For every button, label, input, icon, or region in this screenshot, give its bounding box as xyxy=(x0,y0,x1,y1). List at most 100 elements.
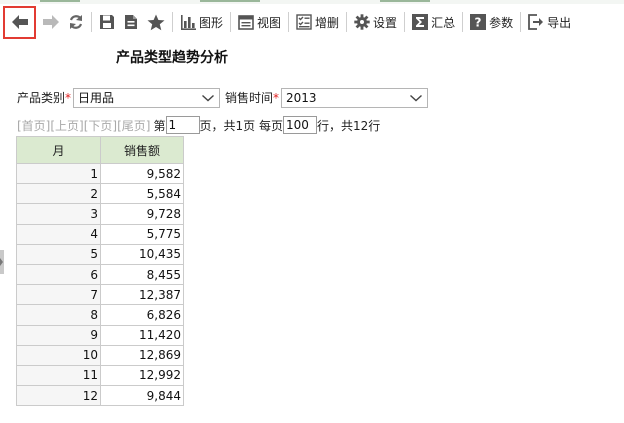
category-select-value: 日用品 xyxy=(78,91,115,105)
edit-button-label: 增删 xyxy=(315,15,340,30)
save-icon xyxy=(100,15,114,29)
month-cell: 7 xyxy=(16,284,101,306)
params-button[interactable]: ? 参数 xyxy=(466,8,517,36)
sales-cell: 6,826 xyxy=(100,304,184,326)
settings-button[interactable]: 设置 xyxy=(350,8,401,36)
view-button-label: 视图 xyxy=(257,15,282,30)
refresh-button[interactable] xyxy=(64,8,88,36)
sales-cell: 12,992 xyxy=(100,364,184,387)
time-label: 销售时间* xyxy=(225,91,280,105)
arrow-right-icon xyxy=(43,15,59,29)
refresh-icon xyxy=(69,15,83,29)
sales-cell: 12,869 xyxy=(100,344,184,366)
table-row: 11 12,992 xyxy=(16,364,184,387)
month-cell: 9 xyxy=(16,324,101,346)
sales-cell: 9,582 xyxy=(100,162,184,185)
table-row: 9 11,420 xyxy=(16,324,184,346)
table-row: 2 5,584 xyxy=(16,183,184,205)
sales-cell: 9,844 xyxy=(100,385,184,407)
filter-bar: 产品类别* 日用品 销售时间* 2013 xyxy=(17,87,429,108)
export-button-label: 导出 xyxy=(547,15,572,30)
sales-cell: 9,728 xyxy=(100,203,184,225)
time-select[interactable]: 2013 xyxy=(281,87,429,108)
arrow-left-icon xyxy=(11,15,28,29)
toolbar-separator xyxy=(91,12,92,32)
sidebar-collapse-handle[interactable] xyxy=(0,250,4,274)
data-table: 月 销售额 1 9,582 2 5,584 3 9,728 4 5,775 5 10,43… xyxy=(16,136,184,407)
export-button[interactable]: 导出 xyxy=(524,8,575,36)
column-header-month[interactable]: 月 xyxy=(16,136,101,164)
month-cell: 3 xyxy=(16,203,101,225)
next-page-link[interactable]: [下页] xyxy=(84,117,117,134)
month-cell: 8 xyxy=(16,304,101,326)
month-cell: 6 xyxy=(16,263,101,286)
month-cell: 2 xyxy=(16,183,101,205)
prev-page-link[interactable]: [上页] xyxy=(50,117,83,134)
toolbar-separator xyxy=(346,12,348,32)
total-rows: 行，共12行 xyxy=(316,118,381,133)
back-button[interactable] xyxy=(3,5,36,39)
page-info: 页，共1页 每页 xyxy=(199,118,283,133)
pagination: [首页] [上页] [下页] [尾页] 第 页，共1页 每页 行，共12行 xyxy=(17,116,380,134)
sales-cell: 11,420 xyxy=(100,324,184,346)
table-row: 3 9,728 xyxy=(16,203,184,225)
favorite-button[interactable] xyxy=(143,8,169,36)
report-page: 图形 视图 增删 设置 汇总 ? 参数 导出 产品类型趋势分析 产品类别* 日用… xyxy=(0,0,624,423)
category-select[interactable]: 日用品 xyxy=(73,87,221,108)
bar-chart-icon xyxy=(181,14,196,30)
gear-icon xyxy=(354,14,370,30)
sales-cell: 12,387 xyxy=(100,284,184,306)
toolbar: 图形 视图 增删 设置 汇总 ? 参数 导出 xyxy=(0,4,624,40)
table-row: 7 12,387 xyxy=(16,284,184,306)
toolbar-separator xyxy=(230,12,232,32)
forward-button[interactable] xyxy=(38,8,64,36)
required-mark: * xyxy=(65,91,72,105)
chevron-down-icon xyxy=(410,94,423,101)
toolbar-separator xyxy=(462,12,464,32)
month-cell: 4 xyxy=(16,223,101,245)
window-icon xyxy=(238,14,254,30)
chevron-down-icon xyxy=(202,94,214,101)
checklist-icon xyxy=(296,14,312,30)
summary-button[interactable]: 汇总 xyxy=(408,8,459,36)
save-button[interactable] xyxy=(95,8,119,36)
table-row: 4 5,775 xyxy=(16,223,184,245)
first-page-link[interactable]: [首页] xyxy=(17,117,50,134)
edit-button[interactable]: 增删 xyxy=(292,8,343,36)
sales-cell: 8,455 xyxy=(100,263,184,286)
toolbar-separator xyxy=(172,12,173,32)
toolbar-separator xyxy=(404,12,406,32)
toolbar-separator xyxy=(520,12,522,32)
month-cell: 10 xyxy=(16,344,101,366)
sigma-icon xyxy=(412,14,429,30)
toolbar-separator xyxy=(288,12,290,32)
star-icon xyxy=(147,14,165,30)
view-button[interactable]: 视图 xyxy=(234,8,285,36)
category-label: 产品类别* xyxy=(17,91,72,105)
table-row: 8 6,826 xyxy=(16,304,184,326)
params-button-label: 参数 xyxy=(489,15,514,30)
month-cell: 11 xyxy=(16,364,101,387)
sales-cell: 10,435 xyxy=(100,243,184,265)
month-cell: 1 xyxy=(16,162,101,185)
chart-button-label: 图形 xyxy=(199,15,224,30)
table-row: 6 8,455 xyxy=(16,263,184,286)
sales-cell: 5,775 xyxy=(100,223,184,245)
summary-button-label: 汇总 xyxy=(431,15,456,30)
page-number-input[interactable] xyxy=(165,116,200,134)
table-row: 10 12,869 xyxy=(16,344,184,366)
month-cell: 5 xyxy=(16,243,101,265)
page-prefix: 第 xyxy=(153,118,166,133)
page-size-input[interactable] xyxy=(282,116,317,134)
chart-button[interactable]: 图形 xyxy=(176,8,227,36)
time-select-value: 2013 xyxy=(286,90,317,105)
required-mark: * xyxy=(273,91,280,105)
table-row: 5 10,435 xyxy=(16,243,184,265)
table-row: 1 9,582 xyxy=(16,162,184,185)
export-icon xyxy=(528,14,544,30)
column-header-sales[interactable]: 销售额 xyxy=(100,136,184,164)
saveas-button[interactable] xyxy=(119,8,143,36)
last-page-link[interactable]: [尾页] xyxy=(117,117,150,134)
document-icon xyxy=(125,15,137,29)
settings-button-label: 设置 xyxy=(373,15,398,30)
